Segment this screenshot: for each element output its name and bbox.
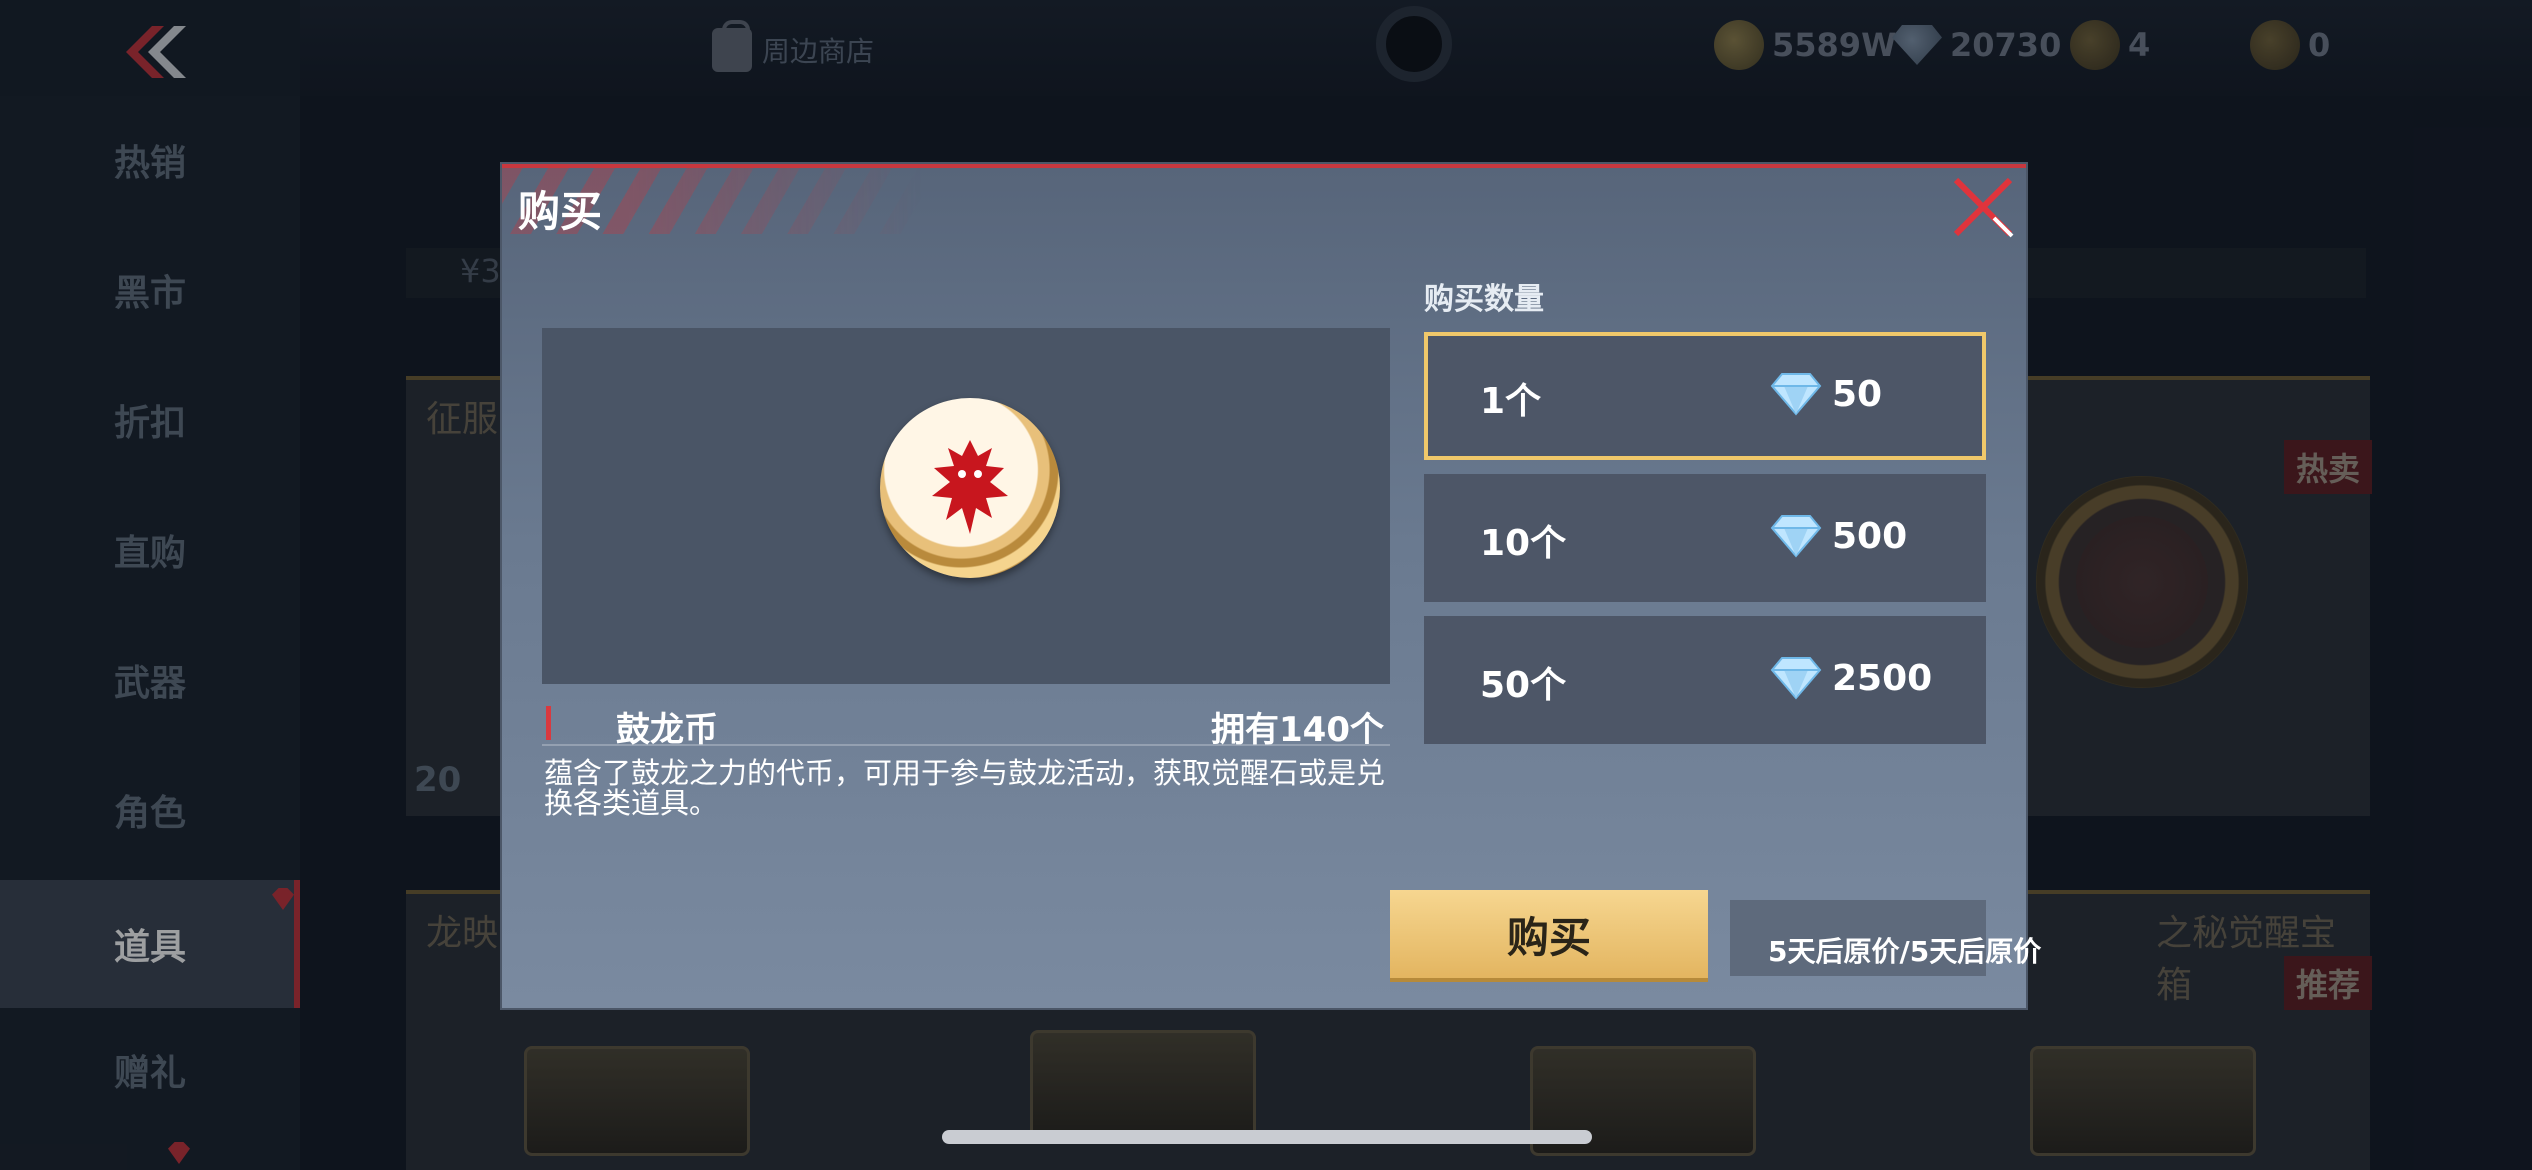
diamond-icon [1770,657,1822,700]
close-button[interactable] [1946,170,2022,246]
dragon-coin-icon [880,398,1060,578]
item-preview [542,328,1390,684]
purchase-dialog: 购买 鼓龙币 拥有140个 蕴含了鼓龙之力的代币，可用于参与鼓龙活动，获取觉醒石… [502,164,2026,1008]
price-timer-text: 5天后原价/5天后原价 [1768,935,2042,968]
item-name: 鼓龙币 [616,710,718,750]
diamond-icon [1770,373,1822,416]
item-header: 鼓龙币 拥有140个 [542,700,1390,750]
buy-button[interactable]: 购买 [1390,890,1708,982]
price-value: 500 [1832,515,1908,557]
quantity-text: 1个 [1480,381,1542,422]
quantity-option-10[interactable]: 10个 500 [1424,474,1986,602]
quantity-label: 购买数量 [1424,282,1544,317]
owned-count: 拥有140个 [1211,710,1384,750]
home-indicator[interactable] [942,1130,1592,1144]
diamond-icon [1770,515,1822,558]
quantity-text: 50个 [1480,665,1567,706]
price-value: 2500 [1832,657,1933,699]
price-value: 50 [1832,373,1883,415]
close-icon [1953,177,2014,238]
quantity-option-1[interactable]: 1个 50 [1424,332,1986,460]
price: 2500 [1770,656,1932,700]
price: 50 [1770,372,1882,416]
item-description: 蕴含了鼓龙之力的代币，可用于参与鼓龙活动，获取觉醒石或是兑换各类道具。 [544,756,1386,820]
dialog-title: 购买 [518,187,603,236]
quantity-option-50[interactable]: 50个 2500 [1424,616,1986,744]
price: 500 [1770,514,1907,558]
quantity-text: 10个 [1480,523,1567,564]
accent-bar [546,706,551,740]
